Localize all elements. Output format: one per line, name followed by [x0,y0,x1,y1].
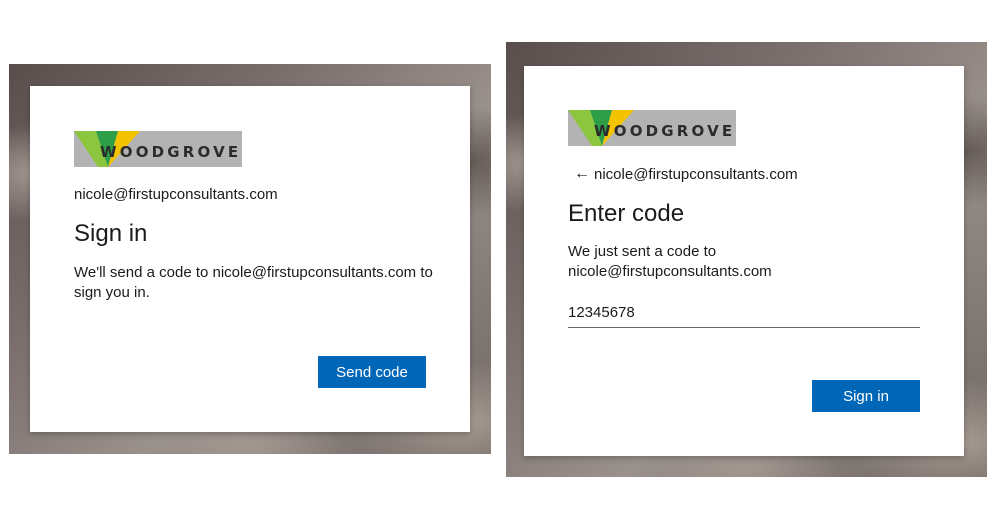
woodgrove-logo: WOODGROVE [568,110,736,146]
logo-text: WOODGROVE [100,143,242,161]
account-email: nicole@firstupconsultants.com [74,186,278,203]
sign-in-button[interactable]: Sign in [812,380,920,412]
code-sent-description: We just sent a code to nicole@firstupcon… [568,243,772,280]
enter-code-card: WOODGROVE ← nicole@firstupconsultants.co… [524,66,964,456]
woodgrove-logo: WOODGROVE [74,131,242,167]
enter-code-panel: WOODGROVE ← nicole@firstupconsultants.co… [506,42,987,477]
logo-text: WOODGROVE [594,122,736,140]
sign-in-description: We'll send a code to nicole@firstupconsu… [74,264,433,301]
account-email: nicole@firstupconsultants.com [594,166,798,183]
send-code-button[interactable]: Send code [318,356,426,388]
page-title: Enter code [568,200,685,227]
sign-in-card: WOODGROVE nicole@firstupconsultants.com … [30,86,470,432]
sign-in-panel: WOODGROVE nicole@firstupconsultants.com … [9,64,491,454]
page-title: Sign in [74,220,148,247]
back-arrow-icon[interactable]: ← [574,165,590,183]
code-input[interactable] [568,304,920,328]
